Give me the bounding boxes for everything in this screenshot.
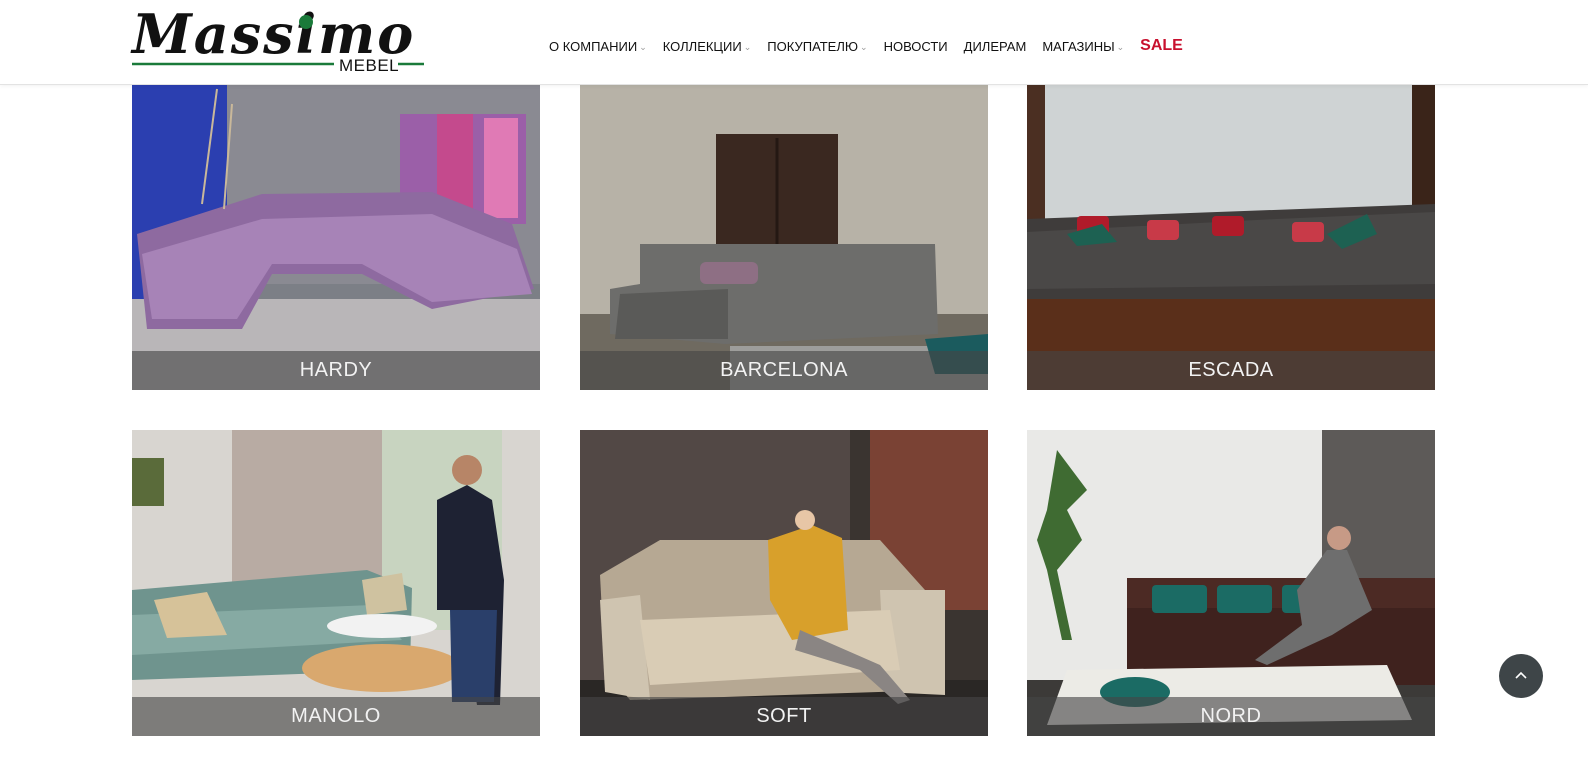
caption-bar: ESCADA [1027,351,1435,390]
caption-bar: BARCELONA [580,351,988,390]
nav-item-collections[interactable]: КОЛЛЕКЦИИ ⌄ [663,39,752,54]
sofa-image [1027,430,1435,736]
collection-tile-nord[interactable]: NORD [1027,430,1435,736]
chevron-down-icon: ⌄ [860,41,868,52]
brand-logo[interactable]: Massimo MEBEL [132,2,428,76]
nav-item-dealers[interactable]: ДИЛЕРАМ [964,39,1027,54]
nav-item-about[interactable]: О КОМПАНИИ ⌄ [549,39,647,54]
chevron-down-icon: ⌄ [743,41,752,52]
caption-bar: HARDY [132,351,540,390]
chevron-down-icon: ⌄ [1116,41,1125,52]
nav-label: МАГАЗИНЫ [1042,38,1115,54]
collection-name: MANOLO [291,705,381,727]
collection-tile-soft[interactable]: SOFT [580,430,988,736]
collection-name: SOFT [756,705,812,727]
nav-item-news[interactable]: НОВОСТИ [884,39,948,54]
nav-item-sale[interactable]: SALE [1140,37,1183,55]
caption-bar: MANOLO [132,697,540,736]
collection-tile-manolo[interactable]: MANOLO [132,430,540,736]
collection-tile-escada[interactable]: ESCADA [1027,84,1435,390]
nav-label: НОВОСТИ [883,38,948,54]
chevron-up-icon [1515,671,1527,679]
sofa-image [1027,84,1435,390]
caption-bar: SOFT [580,697,988,736]
collection-tile-barcelona[interactable]: BARCELONA [580,84,988,390]
nav-label: КОЛЛЕКЦИИ [662,38,742,54]
main-nav: О КОМПАНИИ ⌄ КОЛЛЕКЦИИ ⌄ ПОКУПАТЕЛЮ ⌄ НОВОС… [549,36,1199,56]
nav-item-customers[interactable]: ПОКУПАТЕЛЮ ⌄ [767,39,867,54]
nav-label: ДИЛЕРАМ [963,38,1027,54]
collection-tile-hardy[interactable]: HARDY [132,84,540,390]
collection-name: BARCELONA [720,359,848,381]
sofa-image [132,430,540,736]
nav-label: О КОМПАНИИ [549,38,638,54]
scroll-to-top-button[interactable] [1499,654,1543,698]
nav-label: ПОКУПАТЕЛЮ [767,38,859,54]
sofa-image [580,84,988,390]
brand-sub: MEBEL [339,56,400,75]
caption-bar: NORD [1027,697,1435,736]
site-header: Massimo MEBEL О КОМПАНИИ ⌄ КОЛЛЕКЦИИ ⌄ ПОК… [0,0,1588,85]
collection-name: HARDY [299,359,373,381]
sofa-image [132,84,540,390]
sofa-image [580,430,988,736]
collection-name: ESCADA [1188,359,1274,381]
nav-item-stores[interactable]: МАГАЗИНЫ ⌄ [1042,39,1124,54]
chevron-down-icon: ⌄ [639,41,647,52]
collection-name: NORD [1200,705,1262,727]
